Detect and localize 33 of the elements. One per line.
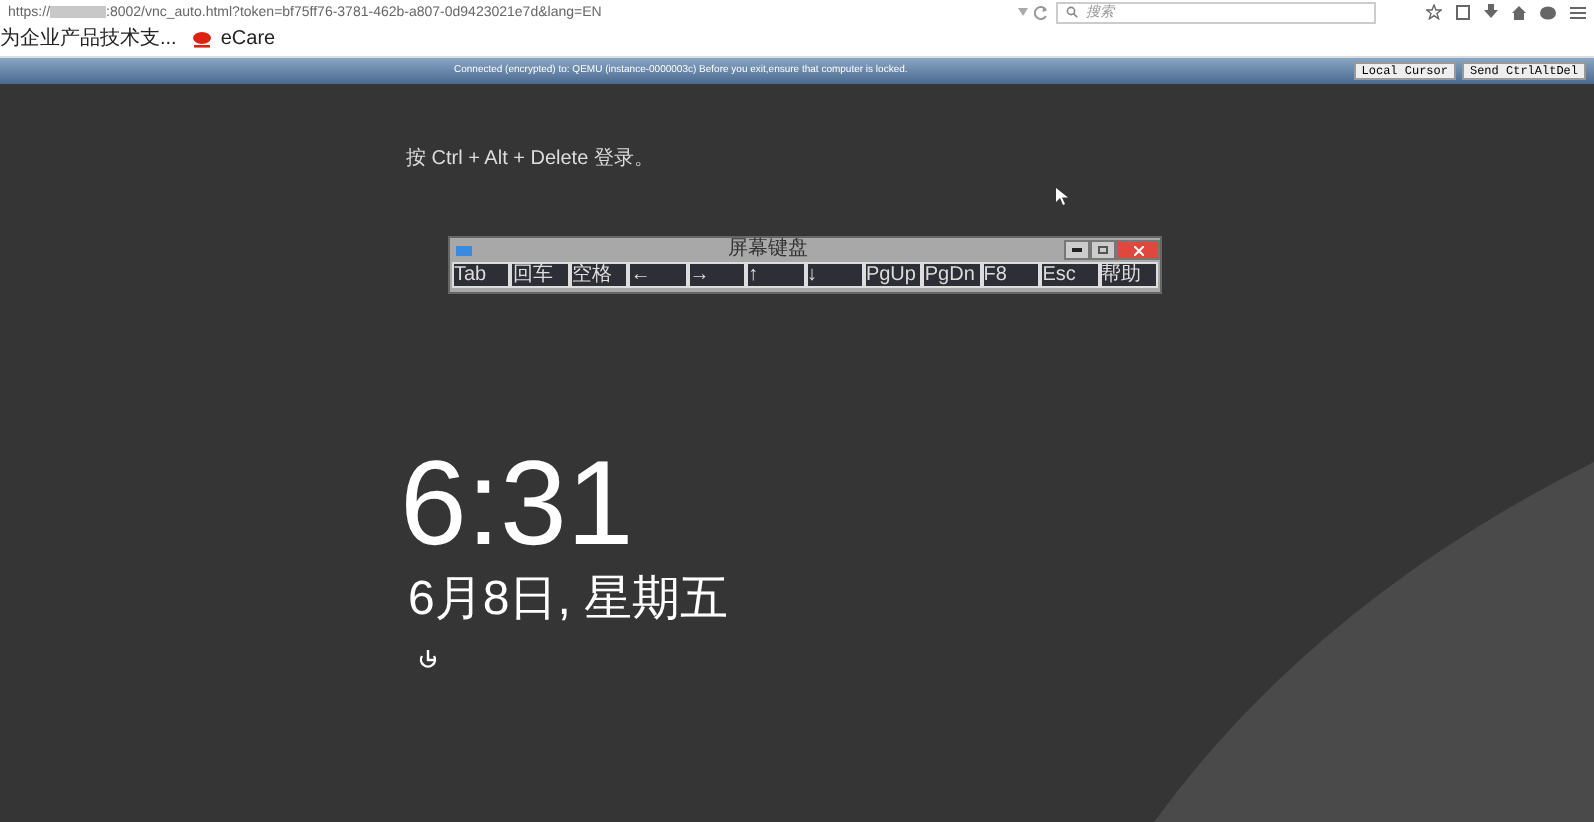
star-icon[interactable] bbox=[1426, 4, 1442, 20]
keyboard-key[interactable]: ← bbox=[628, 262, 688, 288]
flower-logo-icon bbox=[192, 32, 213, 48]
date-text: 6月8日, 星期五 bbox=[408, 576, 729, 624]
download-icon[interactable] bbox=[1484, 4, 1498, 20]
minimize-button[interactable] bbox=[1064, 240, 1090, 260]
mouse-pointer-icon bbox=[1056, 188, 1068, 206]
clock-time: 6:31 bbox=[400, 444, 634, 564]
bookmark-link[interactable]: 为企业产品技术支... bbox=[0, 30, 177, 50]
window-title: 屏幕键盘 bbox=[726, 240, 810, 260]
maximize-icon bbox=[1098, 246, 1108, 254]
search-icon bbox=[1066, 6, 1078, 18]
keyboard-key[interactable]: ↓ bbox=[805, 262, 864, 288]
home-icon[interactable] bbox=[1512, 5, 1526, 19]
keyboard-key[interactable]: F8 bbox=[981, 262, 1041, 288]
keyboard-key[interactable]: PgUp bbox=[863, 262, 923, 288]
login-prompt: 按 Ctrl + Alt + Delete 登录。 bbox=[406, 150, 654, 170]
close-button[interactable] bbox=[1116, 240, 1160, 260]
keyboard-key[interactable]: 帮助 bbox=[1099, 262, 1159, 288]
keyboard-key[interactable]: 回车 bbox=[510, 262, 570, 288]
bookmark-link[interactable]: eCare bbox=[192, 30, 276, 50]
keyboard-key[interactable]: → bbox=[687, 262, 747, 288]
keyboard-key[interactable]: Esc bbox=[1040, 262, 1100, 288]
menu-icon[interactable] bbox=[1570, 5, 1586, 19]
reload-icon[interactable] bbox=[1034, 5, 1048, 19]
keyboard-key[interactable]: PgDn bbox=[922, 262, 982, 288]
maximize-button[interactable] bbox=[1090, 240, 1116, 260]
keyboard-key[interactable]: ↑ bbox=[746, 262, 806, 288]
keyboard-key[interactable]: Tab bbox=[452, 262, 511, 288]
close-icon bbox=[1133, 245, 1143, 255]
keyboard-key[interactable]: 空格 bbox=[569, 262, 629, 288]
minimize-icon bbox=[1072, 248, 1082, 252]
keyboard-icon bbox=[456, 245, 472, 255]
